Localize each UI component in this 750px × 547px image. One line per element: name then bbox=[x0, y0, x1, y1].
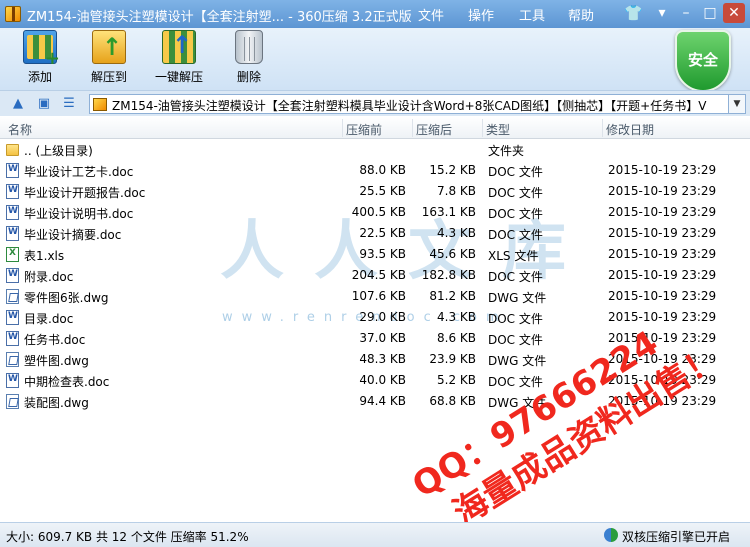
file-name: 任务书.doc bbox=[24, 333, 86, 347]
doc-file-icon bbox=[6, 226, 19, 241]
add-archive-icon bbox=[23, 30, 60, 69]
xls-file-icon bbox=[6, 247, 19, 262]
menu-tools[interactable]: 工具 bbox=[519, 5, 545, 24]
file-size-after: 4.3 KB bbox=[437, 226, 476, 240]
column-type[interactable]: 类型 bbox=[486, 121, 510, 138]
engine-status[interactable]: 双核压缩引擎已开启 bbox=[622, 528, 730, 545]
doc-file-icon bbox=[6, 163, 19, 178]
file-name: 中期检查表.doc bbox=[24, 375, 110, 389]
skin-shirt-icon[interactable]: 👕 bbox=[624, 4, 643, 22]
file-name: 目录.doc bbox=[24, 312, 74, 326]
maximize-icon[interactable]: □ bbox=[699, 3, 721, 23]
file-size-before: 93.5 KB bbox=[359, 247, 406, 261]
column-divider bbox=[482, 119, 483, 137]
trash-icon bbox=[235, 30, 263, 64]
path-text: ZM154-油管接头注塑模设计【全套注射塑料模具毕业设计含Word+8张CAD图… bbox=[112, 99, 707, 113]
one-click-extract-label: 一键解压 bbox=[154, 70, 203, 84]
archive-app-icon bbox=[5, 6, 21, 22]
menu-operate[interactable]: 操作 bbox=[468, 5, 494, 24]
file-date: 2015-10-19 23:29 bbox=[608, 184, 717, 198]
file-name: 塑件图.dwg bbox=[24, 354, 89, 368]
archive-summary: 大小: 609.7 KB 共 12 个文件 压缩率 51.2% bbox=[6, 530, 249, 544]
dwg-file-icon bbox=[6, 352, 19, 367]
extract-folder-icon bbox=[92, 30, 126, 64]
path-dropdown-icon[interactable]: ▼ bbox=[728, 94, 746, 114]
list-item[interactable]: .. (上级目录) 文件夹 bbox=[0, 139, 750, 160]
file-name: 毕业设计开题报告.doc bbox=[24, 186, 146, 200]
file-size-after: 15.2 KB bbox=[429, 163, 476, 177]
extract-to-button[interactable]: 解压到 bbox=[84, 30, 134, 85]
file-size-before: 88.0 KB bbox=[359, 163, 406, 177]
menu-file[interactable]: 文件 bbox=[418, 5, 444, 24]
file-date: 2015-10-19 23:29 bbox=[608, 163, 717, 177]
file-type: 文件夹 bbox=[488, 144, 525, 158]
dwg-file-icon bbox=[6, 289, 19, 304]
list-item[interactable]: 毕业设计开题报告.doc 25.5 KB 7.8 KB DOC 文件 2015-… bbox=[0, 181, 750, 202]
minimize-icon[interactable]: – bbox=[675, 3, 697, 23]
window-title: ZM154-油管接头注塑模设计【全套注射塑... - 360压缩 3.2正式版 bbox=[27, 10, 412, 25]
file-size-before: 22.5 KB bbox=[359, 226, 406, 240]
column-divider bbox=[342, 119, 343, 137]
path-field[interactable]: ZM154-油管接头注塑模设计【全套注射塑料模具毕业设计含Word+8张CAD图… bbox=[89, 94, 729, 114]
dual-core-engine-icon bbox=[604, 528, 618, 542]
menu-help[interactable]: 帮助 bbox=[568, 5, 594, 24]
close-icon[interactable]: ✕ bbox=[723, 3, 745, 23]
address-bar: ▲ ▣ ☰ ZM154-油管接头注塑模设计【全套注射塑料模具毕业设计含Word+… bbox=[0, 90, 750, 116]
doc-file-icon bbox=[6, 205, 19, 220]
file-name: 表1.xls bbox=[24, 249, 65, 263]
doc-file-icon bbox=[6, 184, 19, 199]
file-size-after: 163.1 KB bbox=[421, 205, 476, 219]
file-type: DOC 文件 bbox=[488, 207, 543, 221]
file-type: DOC 文件 bbox=[488, 165, 543, 179]
add-label: 添加 bbox=[27, 70, 52, 84]
column-compressed-size[interactable]: 压缩后 bbox=[416, 121, 452, 138]
column-divider bbox=[412, 119, 413, 137]
list-item[interactable]: 毕业设计工艺卡.doc 88.0 KB 15.2 KB DOC 文件 2015-… bbox=[0, 160, 750, 181]
file-size-before: 25.5 KB bbox=[359, 184, 406, 198]
dwg-file-icon bbox=[6, 394, 19, 409]
file-name: 毕业设计工艺卡.doc bbox=[24, 165, 134, 179]
file-name: 毕业设计摘要.doc bbox=[24, 228, 122, 242]
file-name: .. (上级目录) bbox=[24, 144, 93, 158]
column-modified-date[interactable]: 修改日期 bbox=[606, 121, 654, 138]
file-size-after: 7.8 KB bbox=[437, 184, 476, 198]
list-view-icon[interactable]: ☰ bbox=[61, 96, 77, 112]
doc-file-icon bbox=[6, 268, 19, 283]
one-click-extract-button[interactable]: 一键解压 bbox=[151, 30, 207, 85]
column-name[interactable]: 名称 bbox=[8, 121, 32, 138]
security-shield-badge[interactable]: 安全 bbox=[675, 30, 731, 92]
add-button[interactable]: 添加 bbox=[20, 30, 60, 85]
doc-file-icon bbox=[6, 310, 19, 325]
file-name: 零件图6张.dwg bbox=[24, 291, 109, 305]
column-divider bbox=[602, 119, 603, 137]
toolbar: 添加 解压到 一键解压 删除 bbox=[0, 28, 750, 90]
file-name: 装配图.dwg bbox=[24, 396, 89, 410]
file-type: DOC 文件 bbox=[488, 186, 543, 200]
doc-file-icon bbox=[6, 373, 19, 388]
file-size-before: 107.6 KB bbox=[351, 289, 406, 303]
column-packed-size[interactable]: 压缩前 bbox=[346, 121, 382, 138]
one-click-extract-icon bbox=[162, 30, 196, 64]
file-list-header: 名称 压缩前 压缩后 类型 修改日期 bbox=[0, 117, 750, 139]
title-bar: ZM154-油管接头注塑模设计【全套注射塑... - 360压缩 3.2正式版 … bbox=[0, 0, 750, 28]
up-arrow-icon[interactable]: ▲ bbox=[10, 96, 26, 112]
status-bar: 大小: 609.7 KB 共 12 个文件 压缩率 51.2% 双核压缩引擎已开… bbox=[0, 522, 750, 547]
delete-label: 删除 bbox=[236, 70, 261, 84]
extract-to-label: 解压到 bbox=[90, 70, 127, 84]
delete-button[interactable]: 删除 bbox=[231, 30, 267, 85]
file-name: 毕业设计说明书.doc bbox=[24, 207, 134, 221]
thumbnail-view-icon[interactable]: ▣ bbox=[36, 96, 52, 112]
file-size-before: 400.5 KB bbox=[351, 205, 406, 219]
doc-file-icon bbox=[6, 331, 19, 346]
file-size-after: 45.6 KB bbox=[429, 247, 476, 261]
archive-icon bbox=[93, 98, 107, 111]
file-size-before: 204.5 KB bbox=[351, 268, 406, 282]
folder-icon bbox=[6, 144, 19, 156]
menu-dropdown-icon[interactable]: ▾ bbox=[651, 3, 673, 23]
file-name: 附录.doc bbox=[24, 270, 74, 284]
